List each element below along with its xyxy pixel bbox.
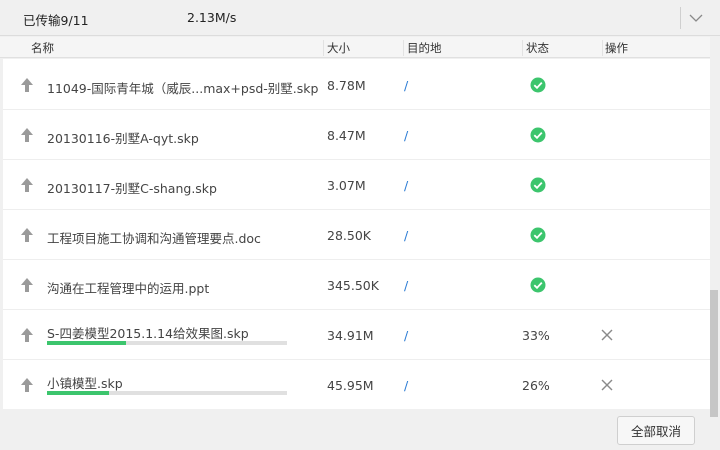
close-icon[interactable] xyxy=(599,327,615,343)
progress-bar xyxy=(47,341,287,345)
upload-arrow-icon xyxy=(21,228,33,242)
file-size: 3.07M xyxy=(327,178,366,193)
upload-arrow-icon xyxy=(21,128,33,142)
transfer-row[interactable]: 20130116-别墅A-qyt.skp 8.47M / xyxy=(3,110,710,160)
progress-fill xyxy=(47,341,127,345)
file-size: 34.91M xyxy=(327,328,374,343)
column-destination[interactable]: 目的地 xyxy=(407,40,442,56)
upload-arrow-icon xyxy=(21,78,33,92)
transfer-speed: 2.13M/s xyxy=(187,10,237,25)
file-name: 工程项目施工协调和沟通管理要点.doc xyxy=(47,231,261,246)
upload-arrow-icon xyxy=(21,328,33,342)
transfer-row[interactable]: 小镇模型.skp 45.95M / 26% xyxy=(3,360,710,409)
transfer-row[interactable]: 沟通在工程管理中的运用.ppt 345.50K / xyxy=(3,260,710,310)
destination-link[interactable]: / xyxy=(404,78,408,93)
cancel-all-button[interactable]: 全部取消 xyxy=(617,416,695,445)
column-status[interactable]: 状态 xyxy=(526,40,549,56)
chevron-down-icon xyxy=(689,14,703,22)
file-name: 11049-国际青年城（威辰...max+psd-别墅.skp xyxy=(47,81,319,96)
check-circle-icon xyxy=(530,227,546,243)
transfer-row[interactable]: 11049-国际青年城（威辰...max+psd-别墅.skp 8.78M / xyxy=(3,60,710,110)
upload-arrow-icon xyxy=(21,178,33,192)
destination-link[interactable]: / xyxy=(404,128,408,143)
destination-link[interactable]: / xyxy=(404,178,408,193)
destination-link[interactable]: / xyxy=(404,378,408,393)
transfer-row[interactable]: 工程项目施工协调和沟通管理要点.doc 28.50K / xyxy=(3,210,710,260)
column-header: 名称 大小 目的地 状态 操作 xyxy=(0,37,710,58)
file-name: S-四姜模型2015.1.14给效果图.skp xyxy=(47,326,249,341)
upload-arrow-icon xyxy=(21,378,33,392)
file-name: 20130116-别墅A-qyt.skp xyxy=(47,131,199,146)
file-name: 沟通在工程管理中的运用.ppt xyxy=(47,281,210,296)
transfer-row[interactable]: 20130117-别墅C-shang.skp 3.07M / xyxy=(3,160,710,210)
column-divider xyxy=(602,40,603,56)
transfer-window: 已传输9/11 2.13M/s 名称 大小 目的地 状态 操作 11049-国际… xyxy=(0,0,720,450)
collapse-button[interactable] xyxy=(681,0,711,36)
destination-link[interactable]: / xyxy=(404,278,408,293)
file-size: 28.50K xyxy=(327,228,371,243)
vertical-scrollbar[interactable] xyxy=(710,37,720,450)
file-size: 45.95M xyxy=(327,378,374,393)
destination-link[interactable]: / xyxy=(404,228,408,243)
scrollbar-thumb[interactable] xyxy=(710,290,718,417)
progress-bar xyxy=(47,391,287,395)
column-action[interactable]: 操作 xyxy=(605,40,628,56)
transferred-count: 已传输9/11 xyxy=(23,13,89,28)
check-circle-icon xyxy=(530,77,546,93)
file-size: 8.78M xyxy=(327,78,366,93)
progress-percent: 26% xyxy=(522,378,550,393)
file-name: 小镇模型.skp xyxy=(47,376,123,391)
column-divider xyxy=(323,40,324,56)
upload-arrow-icon xyxy=(21,278,33,292)
close-icon[interactable] xyxy=(599,377,615,393)
file-size: 8.47M xyxy=(327,128,366,143)
column-divider xyxy=(522,40,523,56)
transfer-list: 11049-国际青年城（威辰...max+psd-别墅.skp 8.78M / … xyxy=(3,59,710,409)
check-circle-icon xyxy=(530,277,546,293)
column-name[interactable]: 名称 xyxy=(31,40,54,56)
progress-fill xyxy=(47,391,110,395)
file-name: 20130117-别墅C-shang.skp xyxy=(47,181,217,196)
column-divider xyxy=(403,40,404,56)
check-circle-icon xyxy=(530,127,546,143)
file-size: 345.50K xyxy=(327,278,379,293)
transfer-row[interactable]: S-四姜模型2015.1.14给效果图.skp 34.91M / 33% xyxy=(3,310,710,360)
progress-percent: 33% xyxy=(522,328,550,343)
transfer-summary-bar: 已传输9/11 2.13M/s xyxy=(0,0,720,36)
column-size[interactable]: 大小 xyxy=(327,40,350,56)
check-circle-icon xyxy=(530,177,546,193)
destination-link[interactable]: / xyxy=(404,328,408,343)
